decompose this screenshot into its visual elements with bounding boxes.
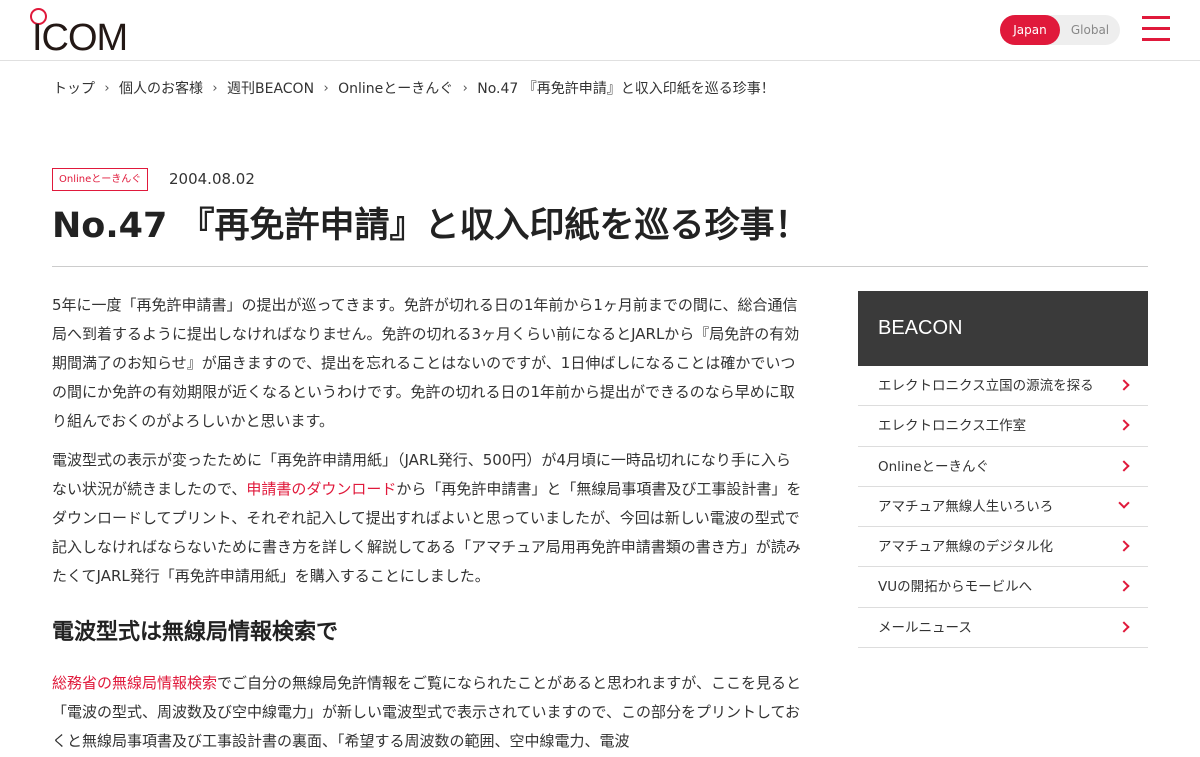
post-date: 2004.08.02 (169, 170, 255, 188)
sidebar-item-label: アマチュア無線人生いろいろ (878, 498, 1054, 515)
chevron-right-icon: › (462, 80, 468, 96)
paragraph-2: 電波型式の表示が変ったために「再免許申請用紙」（JARL発行、500円）が4月頃… (52, 446, 804, 591)
section-heading: 電波型式は無線局情報検索で (52, 620, 339, 645)
sidebar-item-label: Onlineとーきんぐ (878, 458, 990, 475)
breadcrumb: トップ › 個人のお客様 › 週刊BEACON › Onlineとーきんぐ › … (53, 78, 775, 98)
sidebar-item-label: エレクトロニクス工作室 (878, 418, 1027, 435)
category-tag[interactable]: Onlineとーきんぐ (52, 168, 149, 191)
icom-logo[interactable]: ICOM (30, 8, 128, 57)
sidebar-item-label: VUの開拓からモービルへ (878, 579, 1033, 596)
chevron-right-icon (1118, 459, 1130, 472)
sidebar-item-ham-digital[interactable]: アマチュア無線のデジタル化 (858, 527, 1148, 568)
chevron-right-icon: › (212, 80, 218, 96)
sidebar-item-electronics-workshop[interactable]: エレクトロニクス工作室 (858, 406, 1148, 447)
chevron-right-icon (1118, 379, 1130, 391)
title-divider (52, 266, 1148, 267)
region-global-button[interactable]: Global (1060, 15, 1120, 45)
radio-station-search-link[interactable]: 総務省の無線局情報検索 (52, 674, 217, 692)
breadcrumb-item-current: No.47 『再免許申請』と収入印紙を巡る珍事！ (477, 81, 775, 97)
sidebar-item-label: アマチュア無線のデジタル化 (878, 539, 1053, 556)
breadcrumb-item-online-talking[interactable]: Onlineとーきんぐ (338, 78, 453, 98)
download-form-link[interactable]: 申請書のダウンロード (246, 480, 396, 498)
site-header: ICOM Japan Global (0, 0, 1200, 61)
chevron-right-icon: › (323, 80, 329, 96)
sidebar-item-ham-life[interactable]: アマチュア無線人生いろいろ (858, 487, 1148, 528)
chevron-right-icon (1118, 419, 1130, 431)
breadcrumb-item-top[interactable]: トップ (53, 78, 95, 98)
breadcrumb-item-beacon[interactable]: 週刊BEACON (227, 78, 314, 98)
hamburger-menu-icon[interactable] (1140, 15, 1172, 43)
chevron-right-icon (1118, 580, 1130, 593)
sidebar-item-label: メールニュース (878, 619, 972, 636)
sidebar-item-online-talking[interactable]: Onlineとーきんぐ (858, 447, 1148, 487)
article-body: 5年に一度「再免許申請書」の提出が巡ってきます。免許が切れる日の1年前から1ヶ月… (52, 291, 804, 757)
chevron-down-icon (1118, 497, 1130, 509)
chevron-right-icon (1118, 621, 1130, 633)
chevron-right-icon (1118, 540, 1130, 552)
paragraph-1: 5年に一度「再免許申請書」の提出が巡ってきます。免許が切れる日の1年前から1ヶ月… (52, 296, 800, 430)
chevron-right-icon: › (104, 80, 110, 96)
sidebar-item-mail-news[interactable]: メールニュース (858, 608, 1148, 649)
region-switch: Japan Global (1000, 15, 1120, 45)
sidebar-item-label: エレクトロニクス立国の源流を探る (878, 378, 1094, 394)
breadcrumb-item-personal[interactable]: 個人のお客様 (119, 78, 203, 98)
logo-text: ICOM (32, 17, 128, 59)
page-title: No.47 『再免許申請』と収入印紙を巡る珍事！ (52, 206, 810, 246)
sidebar-item-electronics-origin[interactable]: エレクトロニクス立国の源流を探る (858, 366, 1148, 407)
sidebar-item-vu-mobile[interactable]: VUの開拓からモービルへ (858, 567, 1148, 608)
sidebar-title: BEACON (858, 291, 1148, 366)
paragraph-3: 総務省の無線局情報検索でご自分の無線局免許情報をご覧になられたことがあると思われ… (52, 669, 804, 756)
beacon-sidebar: BEACON エレクトロニクス立国の源流を探る エレクトロニクス工作室 Onli… (858, 291, 1148, 649)
region-japan-button[interactable]: Japan (1000, 15, 1060, 45)
